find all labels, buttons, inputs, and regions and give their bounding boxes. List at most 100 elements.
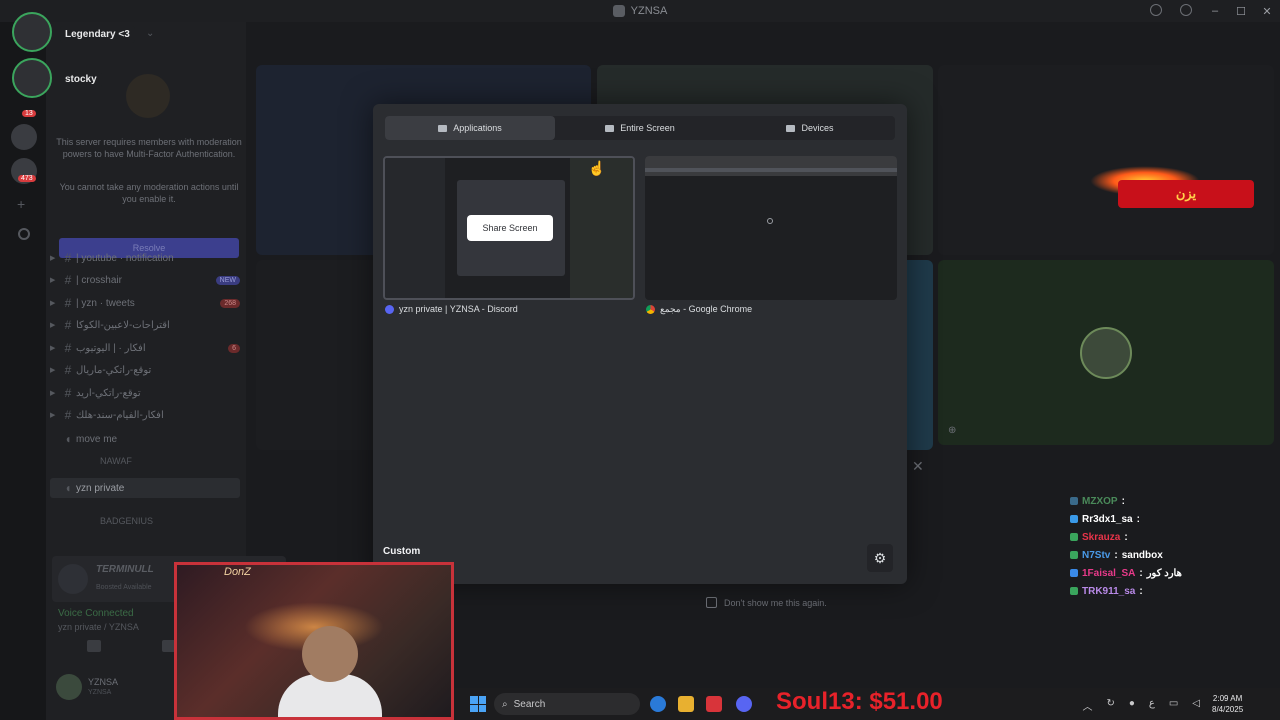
taskbar-search[interactable]: ⌕ Search [494, 693, 640, 715]
source-thumbnail-discord[interactable]: Share Screen [383, 156, 635, 300]
voice-channel-active[interactable]: ◖ yzn private [50, 478, 240, 498]
badge-icon [1070, 569, 1078, 577]
hash-icon: # [64, 296, 72, 310]
close-button[interactable]: ✕ [1254, 5, 1280, 18]
unread-badge: 268 [220, 298, 240, 308]
mfa-notice: This server requires members with modera… [56, 137, 242, 159]
tab-devices[interactable]: Devices [725, 116, 895, 140]
voice-tile[interactable] [938, 65, 1274, 255]
key-icon [126, 74, 170, 118]
custom-label: Custom [383, 546, 421, 557]
windows-start-icon[interactable] [470, 696, 486, 712]
channel-item[interactable]: ▶ # | yzn · tweets 268 [50, 293, 240, 313]
name-banner: يزن [1118, 180, 1254, 208]
source-label: مجمع - Google Chrome [646, 304, 752, 315]
chevron-right-icon: ▶ [50, 277, 56, 284]
voice-user[interactable]: NAWAF [100, 456, 132, 466]
gear-icon[interactable]: ⚙ [867, 544, 893, 572]
channel-item[interactable]: ▶ # افكار-الفيام-سند-هلك [50, 405, 240, 425]
inbox-icon[interactable] [1150, 4, 1162, 16]
gamepad-icon[interactable]: ⊕ [948, 425, 956, 436]
server-badge: 473 [18, 175, 36, 182]
chevron-down-icon[interactable]: ⌄ [146, 28, 154, 39]
chevron-right-icon: ▶ [50, 255, 56, 262]
chat-line: N7Stv: sandbox [1070, 546, 1270, 564]
edge-icon[interactable] [650, 696, 666, 712]
badge-icon [1070, 533, 1078, 541]
stream-label: Legendary <3 [60, 26, 135, 43]
badge-icon [1070, 587, 1078, 595]
hash-icon: # [64, 386, 72, 400]
hash-icon: # [64, 408, 72, 422]
hash-icon: # [64, 318, 72, 332]
stream-chat: MZXOP: Rr3dx1_sa: Skrauza: N7Stv: sandbo… [1070, 492, 1270, 600]
network-icon[interactable]: ▭ [1169, 698, 1178, 713]
chevron-right-icon: ▶ [50, 367, 56, 374]
speaker-icon: ◖ [64, 481, 72, 495]
unread-badge: 6 [228, 343, 240, 353]
avatar[interactable] [12, 58, 52, 98]
channel-item[interactable]: ▶ # افكار · | اليوتيوب 6 [50, 338, 240, 358]
chevron-right-icon: ▶ [50, 412, 56, 419]
apps-icon [438, 124, 448, 132]
channel-item[interactable]: ▶ # | crosshair NEW [50, 270, 240, 290]
avatar [56, 674, 82, 700]
source-thumbnail-chrome[interactable] [645, 156, 897, 300]
source-label: yzn private | YZNSA - Discord [385, 304, 518, 314]
clock[interactable]: 2:09 AM 8/4/2025 [1212, 693, 1243, 715]
avatar[interactable] [12, 12, 52, 52]
mic-icon[interactable]: ● [1129, 698, 1135, 713]
dont-show-checkbox[interactable]: Don't show me this again. [706, 597, 827, 608]
chevron-right-icon: ▶ [50, 300, 56, 307]
mfa-notice-2: You cannot take any moderation actions u… [59, 182, 239, 204]
chat-line: 1Faisal_SA: هارد كور [1070, 564, 1270, 582]
add-server-icon[interactable]: + [17, 196, 25, 212]
tab-entire-screen[interactable]: Entire Screen [555, 116, 725, 140]
camera-icon [786, 124, 796, 132]
monitor-icon [605, 124, 615, 132]
channel-item[interactable]: ▶ # اقتراحات-لاعبين-الكوكا [50, 315, 240, 335]
close-icon[interactable]: ✕ [912, 458, 924, 475]
checkbox[interactable] [706, 597, 717, 608]
chat-line: Skrauza: [1070, 528, 1270, 546]
share-screen-button[interactable]: Share Screen [467, 215, 553, 241]
language-icon[interactable]: ع [1149, 698, 1155, 713]
hash-icon: # [64, 273, 72, 287]
server-rail: 13 473 + [0, 22, 46, 720]
voice-channel-item[interactable]: ◖ move me [50, 429, 240, 449]
noise-icon[interactable] [86, 640, 101, 652]
voice-user[interactable]: BADGENIUS [100, 516, 153, 526]
discover-icon[interactable] [18, 228, 30, 240]
server-icon [612, 5, 625, 17]
channel-item[interactable]: ▶ # | youtube · notification [50, 248, 240, 268]
folder-icon[interactable] [678, 696, 694, 712]
maximize-button[interactable]: ☐ [1228, 5, 1254, 18]
voice-status-sub[interactable]: yzn private / YZNSA [58, 622, 139, 632]
hash-icon: # [64, 341, 72, 355]
minimize-button[interactable]: – [1202, 5, 1228, 17]
donation-alert: Soul13: $51.00 [776, 688, 943, 715]
app-icon[interactable] [706, 696, 722, 712]
source-tabs: Applications Entire Screen Devices [385, 116, 895, 140]
tab-applications[interactable]: Applications [385, 116, 555, 140]
discord-icon [385, 304, 394, 314]
stream-label: stocky [60, 71, 102, 88]
badge-icon [1070, 515, 1078, 523]
announcement-icon: # [64, 251, 72, 265]
help-icon[interactable] [1180, 4, 1192, 16]
chevron-up-icon[interactable]: ︿ [1082, 698, 1092, 713]
server-icon-1[interactable] [11, 124, 37, 150]
title-bar: YZNSA – ☐ ✕ [0, 0, 1280, 22]
volume-icon[interactable]: ◁ [1192, 698, 1200, 713]
sync-icon[interactable]: ↻ [1106, 698, 1114, 713]
chrome-icon [646, 305, 655, 314]
channel-item[interactable]: ▶ # توقع-راتكي-اريد [50, 383, 240, 403]
badge-icon [1070, 497, 1078, 505]
channel-item[interactable]: ▶ # توقع-راتكي-ماريال [50, 360, 240, 380]
cursor-icon: ☝ [588, 160, 606, 176]
discord-icon[interactable] [736, 696, 752, 712]
webcam-overlay: DonZ [174, 562, 454, 720]
server-badge: 13 [22, 110, 36, 117]
window-title: YZNSA [612, 5, 667, 17]
chat-line: Rr3dx1_sa: [1070, 510, 1270, 528]
